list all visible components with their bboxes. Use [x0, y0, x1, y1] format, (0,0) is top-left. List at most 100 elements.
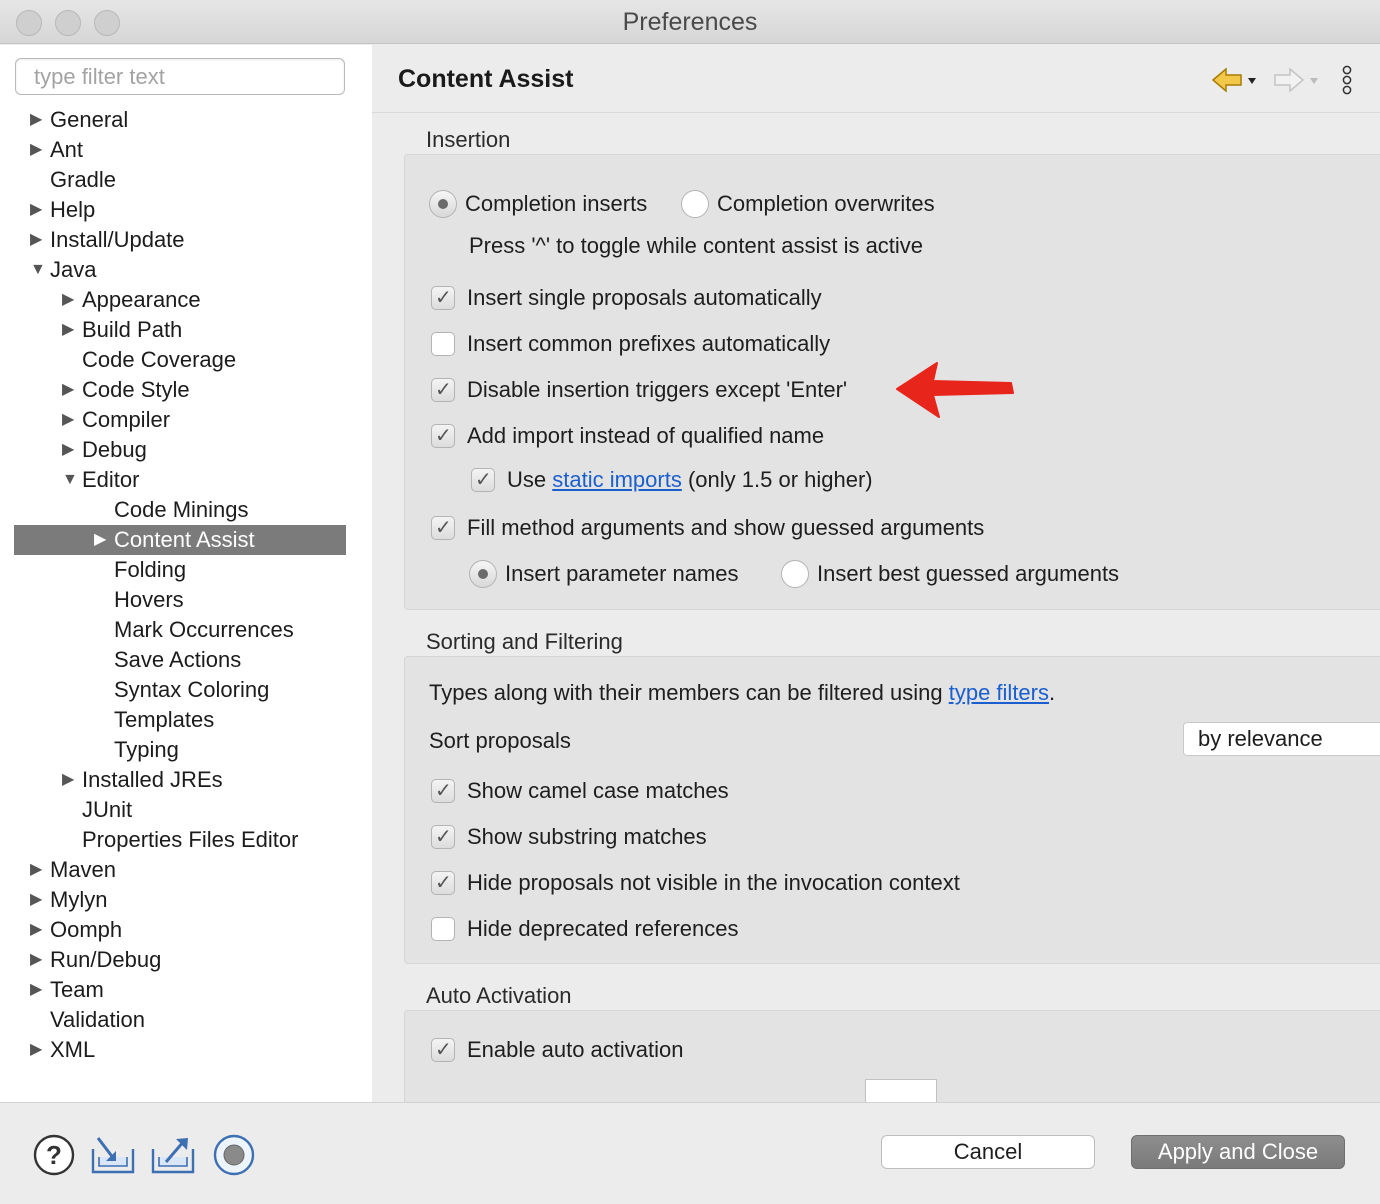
tree-item[interactable]: Folding	[0, 555, 372, 585]
tree-item[interactable]: ▶ Run/Debug	[0, 945, 372, 975]
tree-item[interactable]: Typing	[0, 735, 372, 765]
tree-item-label: Maven	[50, 857, 117, 882]
sort-proposals-select[interactable]: by relevance	[1183, 722, 1380, 756]
tree-item[interactable]: ▶ General	[0, 105, 372, 135]
auto-activation-delay-input[interactable]	[865, 1079, 937, 1102]
tree-item[interactable]: ▶ Help	[0, 195, 372, 225]
tree-item[interactable]: ▶ Installed JREs	[0, 765, 372, 795]
back-arrow-icon[interactable]	[1210, 65, 1256, 95]
checkbox-checked-icon	[431, 421, 455, 451]
tree-item-label: Hovers	[114, 587, 184, 612]
collapsed-triangle-icon[interactable]: ▶	[30, 915, 46, 945]
collapsed-triangle-icon[interactable]: ▶	[62, 765, 78, 795]
collapsed-triangle-icon[interactable]: ▶	[62, 285, 78, 315]
tree-item[interactable]: Code Coverage	[0, 345, 372, 375]
tree-item-label: Templates	[114, 707, 215, 732]
collapsed-triangle-icon[interactable]: ▶	[94, 525, 110, 555]
tree-item[interactable]: ▶ Team	[0, 975, 372, 1005]
tree-item[interactable]: ▶ XML	[0, 1035, 372, 1065]
apply-and-close-button[interactable]: Apply and Close	[1131, 1135, 1345, 1169]
tree-item-label: Appearance	[82, 287, 201, 312]
collapsed-triangle-icon[interactable]: ▶	[62, 315, 78, 345]
tree-item[interactable]: ▶ Content Assist	[14, 525, 346, 555]
checkbox-checked-icon	[471, 465, 495, 495]
tree-item[interactable]: ▶ Compiler	[0, 405, 372, 435]
static-imports-link[interactable]: static imports	[552, 467, 682, 492]
tree-item-label: Gradle	[50, 167, 117, 192]
collapsed-triangle-icon[interactable]: ▶	[30, 105, 46, 135]
tree-item[interactable]: ▶ Appearance	[0, 285, 372, 315]
collapsed-triangle-icon[interactable]: ▶	[30, 1035, 46, 1065]
checkbox-unchecked-icon	[431, 332, 455, 356]
expanded-triangle-icon[interactable]: ▼	[30, 255, 46, 285]
tree-item-label: Content Assist	[114, 527, 255, 552]
tree-item-label: Build Path	[82, 317, 183, 342]
tree-item[interactable]: Validation	[0, 1005, 372, 1035]
tree-item[interactable]: ▶ Debug	[0, 435, 372, 465]
checkbox-unchecked-icon	[431, 917, 455, 941]
tree-item-label: Editor	[82, 467, 140, 492]
tree-item[interactable]: ▶ Build Path	[0, 315, 372, 345]
toggle-hint: Press '^' to toggle while content assist…	[469, 233, 924, 258]
window-title: Preferences	[622, 8, 758, 36]
auto-activation-group: Enable auto activation	[404, 1010, 1380, 1102]
type-filters-link[interactable]: type filters	[949, 680, 1049, 705]
tree-item[interactable]: Code Minings	[0, 495, 372, 525]
collapsed-triangle-icon[interactable]: ▶	[30, 945, 46, 975]
collapsed-triangle-icon[interactable]: ▶	[62, 375, 78, 405]
collapsed-triangle-icon[interactable]: ▶	[62, 435, 78, 465]
tree-item[interactable]: ▼ Java	[0, 255, 372, 285]
tree-item[interactable]: Mark Occurrences	[0, 615, 372, 645]
tree-item[interactable]: ▶ Install/Update	[0, 225, 372, 255]
tree-item[interactable]: ▼ Editor	[0, 465, 372, 495]
tree-item[interactable]: ▶ Code Style	[0, 375, 372, 405]
sort-proposals-label: Sort proposals	[429, 728, 571, 753]
tree-item[interactable]: ▶ Mylyn	[0, 885, 372, 915]
preference-page: Content Assist Insertion Completion inse…	[372, 45, 1380, 1102]
tree-item[interactable]: Syntax Coloring	[0, 675, 372, 705]
tree-item-label: Code Minings	[114, 497, 249, 522]
import-icon[interactable]	[90, 1135, 136, 1175]
record-icon[interactable]	[212, 1133, 256, 1177]
preference-navigation-pane: ▶General▶AntGradle▶Help▶Install/Update▼J…	[0, 45, 372, 1102]
tree-item-label: Properties Files Editor	[82, 827, 299, 852]
filter-input[interactable]	[15, 58, 345, 95]
tree-item[interactable]: Properties Files Editor	[0, 825, 372, 855]
checkbox-checked-icon	[431, 513, 455, 543]
checkbox-checked-icon	[431, 822, 455, 852]
export-icon[interactable]	[150, 1135, 196, 1175]
radio-selected-icon	[429, 190, 457, 218]
tree-item[interactable]: Gradle	[0, 165, 372, 195]
tree-item[interactable]: ▶ Maven	[0, 855, 372, 885]
type-filters-description: Types along with their members can be fi…	[429, 680, 1056, 705]
tree-item[interactable]: JUnit	[0, 795, 372, 825]
collapsed-triangle-icon[interactable]: ▶	[30, 225, 46, 255]
page-title: Content Assist	[398, 65, 574, 93]
view-menu-icon[interactable]	[1340, 65, 1354, 97]
collapsed-triangle-icon[interactable]: ▶	[30, 975, 46, 1005]
expanded-triangle-icon[interactable]: ▼	[62, 465, 78, 495]
tree-item-label: Mark Occurrences	[114, 617, 294, 642]
page-header: Content Assist	[372, 45, 1380, 113]
forward-arrow-icon[interactable]	[1272, 65, 1322, 95]
tree-item[interactable]: Save Actions	[0, 645, 372, 675]
tree-item-label: Folding	[114, 557, 187, 582]
collapsed-triangle-icon[interactable]: ▶	[30, 855, 46, 885]
tree-item-label: Install/Update	[50, 227, 185, 252]
tree-item[interactable]: Templates	[0, 705, 372, 735]
sorting-group: Types along with their members can be fi…	[404, 656, 1380, 964]
tree-item-label: XML	[50, 1037, 96, 1062]
tree-item[interactable]: ▶ Ant	[0, 135, 372, 165]
collapsed-triangle-icon[interactable]: ▶	[30, 885, 46, 915]
tree-item[interactable]: Hovers	[0, 585, 372, 615]
collapsed-triangle-icon[interactable]: ▶	[62, 405, 78, 435]
radio-unselected-icon	[781, 560, 809, 588]
cancel-button[interactable]: Cancel	[881, 1135, 1095, 1169]
tree-item[interactable]: ▶ Oomph	[0, 915, 372, 945]
collapsed-triangle-icon[interactable]: ▶	[30, 195, 46, 225]
checkbox-checked-icon	[431, 283, 455, 313]
tree-item-label: Help	[50, 197, 96, 222]
collapsed-triangle-icon[interactable]: ▶	[30, 135, 46, 165]
help-icon[interactable]: ?	[32, 1133, 76, 1177]
tree-item-label: Java	[50, 257, 97, 282]
